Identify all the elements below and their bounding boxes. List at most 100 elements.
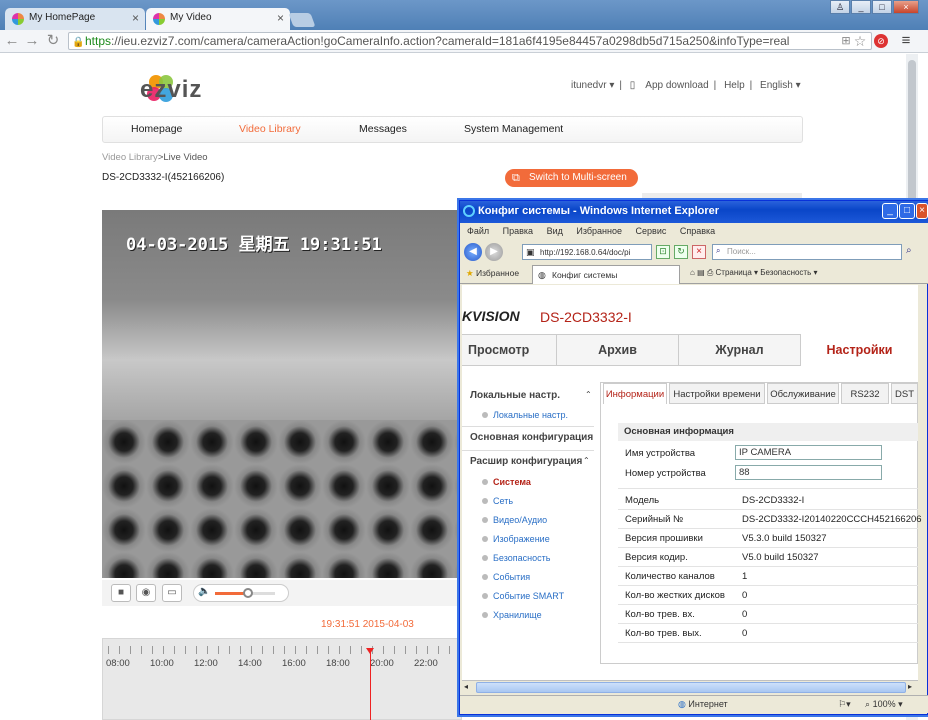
side-item-system[interactable]: Система [482,477,531,487]
app-download-link[interactable]: App download [645,80,708,91]
reload-icon[interactable]: ↻ [45,32,61,50]
info-label: Кол-во трев. вых. [625,628,702,639]
protected-mode-icon[interactable]: ⚐▾ [838,696,851,712]
adblock-icon[interactable]: ⊘ [874,34,888,48]
playhead-marker-icon[interactable] [366,648,374,654]
ie-search-input[interactable]: ⌕ Поиск... [712,244,902,260]
ie-tab[interactable]: ◍ Конфиг системы [532,265,680,284]
menu-edit[interactable]: Правка [503,226,533,236]
security-zone: ◍ Интернет [678,696,728,712]
camera-snapshot-icon[interactable]: ◉ [136,584,156,602]
tab-rs232[interactable]: RS232 [841,383,889,404]
side-item-video-audio[interactable]: Видео/Аудио [481,515,547,525]
collapse-icon[interactable]: ⌃ [585,390,592,399]
side-item-label: События [493,572,531,582]
close-window-button[interactable]: × [893,0,919,14]
forward-arrow-icon[interactable]: → [24,32,40,50]
tab-dst[interactable]: DST [891,383,918,404]
user-icon[interactable]: ♙ [830,0,850,14]
globe-icon: ◍ [678,699,686,709]
speaker-icon[interactable]: 🔈 [198,586,210,597]
tab-page-icon: ◍ [538,270,546,280]
menu-view[interactable]: Вид [547,226,563,236]
device-name-input[interactable]: IP CAMERA [735,445,882,460]
nav-live-view[interactable]: Просмотр [462,334,557,366]
side-item-label: Безопасность [493,553,551,563]
side-item-events[interactable]: События [481,572,531,582]
menu-icon[interactable]: ≡ [898,32,914,50]
scroll-right-icon[interactable]: ▸ [908,682,912,691]
close-tab-icon[interactable]: × [132,11,139,25]
minimize-button[interactable]: _ [851,0,871,14]
ie-minimize-button[interactable]: _ [882,203,898,219]
menu-file[interactable]: Файл [467,226,489,236]
stop-icon[interactable]: ■ [111,584,131,602]
back-arrow-icon[interactable]: ← [4,32,20,50]
side-item-storage[interactable]: Хранилище [482,610,542,620]
close-tab-icon[interactable]: × [277,11,284,25]
volume-slider-knob[interactable] [243,588,253,598]
side-item-local-config[interactable]: Локальные настр. [481,410,568,420]
nav-video-library[interactable]: Video Library [239,123,301,135]
live-video[interactable]: 04-03-2015 星期五 19:31:51 [102,210,462,578]
side-item-network[interactable]: Сеть [481,496,513,506]
address-bar[interactable]: 🔒 https://ieu.ezviz7.com/camera/cameraAc… [68,32,872,50]
row-divider [618,585,918,586]
maximize-button[interactable]: □ [872,0,892,14]
home-icon[interactable]: ⌂ [690,268,695,277]
nav-log[interactable]: Журнал [679,334,801,366]
tab-information[interactable]: Информации [603,383,667,404]
menu-favorites[interactable]: Избранное [576,226,622,236]
nav-homepage[interactable]: Homepage [131,123,182,135]
side-advanced-config[interactable]: Расшир конфигурация [470,456,582,467]
ie-scroll-thumb[interactable] [476,682,906,693]
scroll-left-icon[interactable]: ◂ [464,682,468,691]
language-select[interactable]: English ▾ [760,80,801,91]
bookmark-star-icon[interactable]: ☆ [852,32,868,50]
ie-commands-text[interactable]: Страница ▾ Безопасность ▾ [716,268,818,277]
refresh-icon[interactable]: ↻ [674,245,688,259]
device-number-input[interactable]: 88 [735,465,882,480]
menu-help[interactable]: Справка [680,226,715,236]
user-menu[interactable]: itunedvr ▾ [571,80,614,91]
collapse-icon[interactable]: ⌃ [583,456,590,465]
side-basic-config[interactable]: Основная конфигурация [470,432,593,443]
tab-maintenance[interactable]: Обслуживание [767,383,839,404]
ie-address-bar[interactable]: ▣ http://192.168.0.64/doc/pi [522,244,652,260]
side-local-config[interactable]: Локальные настр. [470,390,560,401]
search-icon[interactable]: ⌕ [906,245,912,256]
tab-time-settings[interactable]: Настройки времени [669,383,765,404]
multiscreen-button[interactable]: ⧉ Switch to Multi-screen [505,169,638,187]
nav-system-management[interactable]: System Management [464,123,563,135]
menu-tools[interactable]: Сервис [636,226,667,236]
ie-forward-icon[interactable]: ▶ [485,243,503,261]
ie-maximize-button[interactable]: □ [899,203,915,219]
compat-view-icon[interactable]: ⊡ [656,245,670,259]
nav-configuration[interactable]: Настройки [801,334,918,366]
favorites-button[interactable]: ★ Избранное [466,268,519,279]
device-model-title: DS-2CD3332-I [540,309,632,325]
ie-titlebar[interactable]: Конфиг системы - Windows Internet Explor… [460,201,928,223]
breadcrumb-root[interactable]: Video Library [102,152,158,163]
side-item-label: Событие SMART [493,591,565,601]
tab-label: My HomePage [29,12,96,23]
side-item-image[interactable]: Изображение [482,534,550,544]
side-item-smart-event[interactable]: Событие SMART [481,591,565,601]
tab-my-video[interactable]: My Video × [146,8,290,30]
zoom-level[interactable]: ⌕ 100% ▾ [865,696,903,712]
new-tab-button[interactable] [288,13,316,27]
record-video-icon[interactable]: ▭ [162,584,182,602]
nav-messages[interactable]: Messages [359,123,407,135]
tab-my-homepage[interactable]: My HomePage × [5,8,145,30]
ie-close-button[interactable]: × [916,203,928,219]
help-link[interactable]: Help [724,80,745,91]
nav-playback[interactable]: Архив [557,334,679,366]
feeds-icon[interactable]: ▤ [697,268,705,277]
stop-load-icon[interactable]: × [692,245,706,259]
ie-command-bar[interactable]: ⌂ ▤ ⎙ Страница ▾ Безопасность ▾ [690,268,818,278]
print-icon[interactable]: ⎙ [707,268,713,277]
side-item-security[interactable]: Безопасность [481,553,551,563]
side-item-label: Система [493,477,531,487]
timeline-playhead[interactable] [370,650,371,720]
ie-back-icon[interactable]: ◀ [464,243,482,261]
